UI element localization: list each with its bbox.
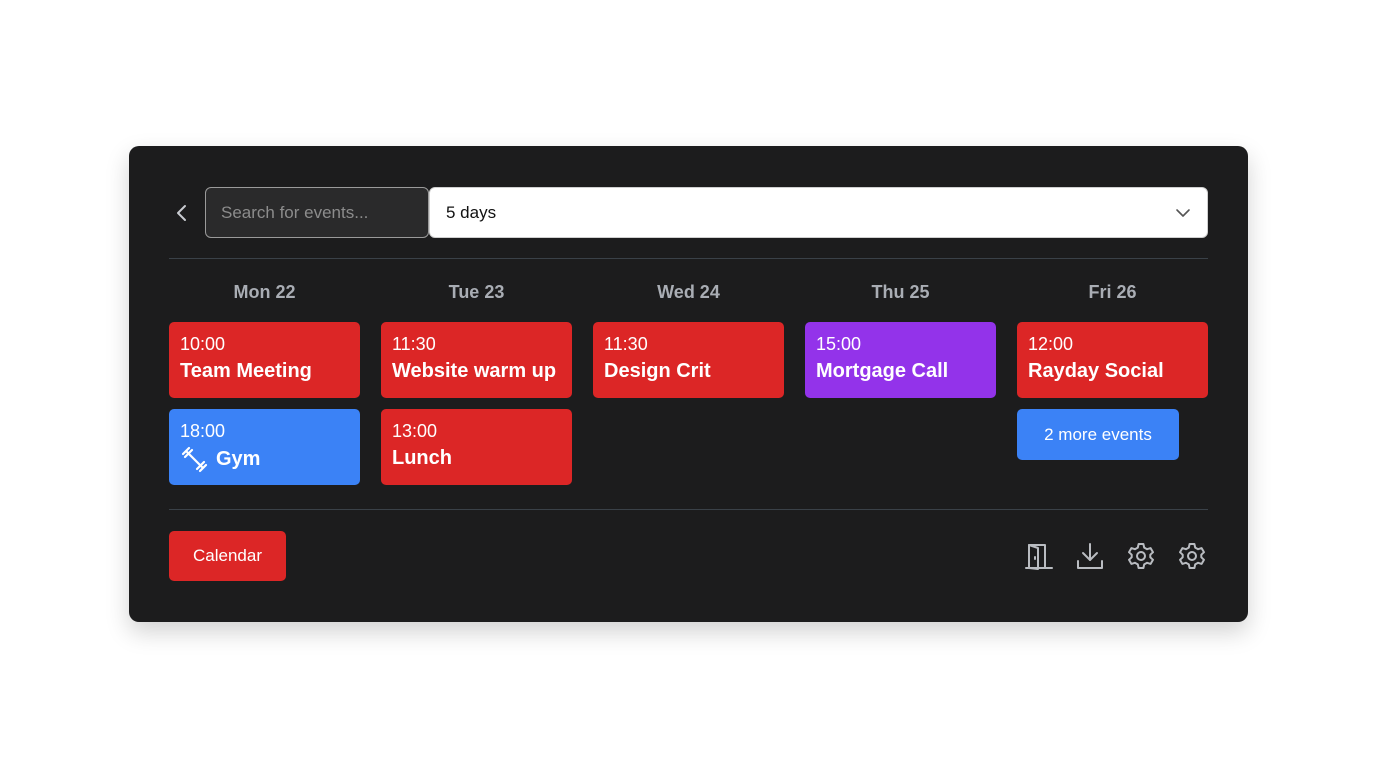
day-header: Wed 24: [657, 282, 720, 302]
event-time: 11:30: [604, 334, 648, 354]
day-header: Tue 23: [448, 282, 505, 302]
event-time: 15:00: [816, 334, 862, 354]
gear-icon: [1128, 543, 1154, 569]
download-button[interactable]: [1074, 540, 1106, 572]
chevron-left-icon: [177, 205, 186, 221]
event-title: Lunch: [392, 447, 452, 469]
settings-button-secondary[interactable]: [1176, 540, 1208, 572]
download-icon: [1077, 543, 1103, 569]
event-time: 11:30: [392, 334, 436, 354]
back-button[interactable]: [171, 198, 193, 228]
day-column-wed: Wed 24 11:30 Design Crit: [593, 278, 784, 485]
event-title: Website warm up: [392, 360, 557, 382]
event-card[interactable]: 11:30 Design Crit: [593, 322, 784, 398]
event-time: 10:00: [180, 334, 226, 354]
event-card[interactable]: 15:00 Mortgage Call: [805, 322, 996, 398]
chevron-down-icon: [1176, 208, 1190, 217]
calendar-widget: 5 days Mon 22 10:00 Team Meeting 18:00: [129, 146, 1248, 622]
event-time: 18:00: [180, 421, 226, 441]
event-card[interactable]: 11:30 Website warm up: [381, 322, 572, 398]
day-column-tue: Tue 23 11:30 Website warm up 13:00 Lunch: [381, 278, 572, 485]
top-divider: [169, 258, 1208, 259]
day-column-thu: Thu 25 15:00 Mortgage Call: [805, 278, 996, 485]
event-card[interactable]: 12:00 Rayday Social: [1017, 322, 1208, 398]
event-card[interactable]: 13:00 Lunch: [381, 409, 572, 485]
range-select[interactable]: 5 days: [429, 187, 1208, 238]
event-title: Design Crit: [604, 360, 711, 382]
day-header: Fri 26: [1088, 282, 1137, 302]
door-icon: [1025, 544, 1053, 570]
event-title: Mortgage Call: [816, 360, 949, 382]
calendar-button[interactable]: Calendar: [169, 531, 286, 581]
day-header: Mon 22: [233, 282, 296, 302]
day-column-mon: Mon 22 10:00 Team Meeting 18:00 Gym: [169, 278, 360, 485]
event-card[interactable]: 10:00 Team Meeting: [169, 322, 360, 398]
event-title: Gym: [216, 448, 261, 470]
dumbbell-icon: [181, 446, 208, 473]
event-time: 13:00: [392, 421, 438, 441]
settings-button[interactable]: [1125, 540, 1157, 572]
footer-actions: [1023, 540, 1208, 572]
day-column-fri: Fri 26 12:00 Rayday Social 2 more events: [1017, 278, 1208, 485]
range-select-value: 5 days: [446, 202, 497, 222]
search-input[interactable]: [205, 187, 429, 238]
event-card[interactable]: 18:00 Gym: [169, 409, 360, 485]
days-grid: Mon 22 10:00 Team Meeting 18:00 Gym Tue …: [169, 278, 1208, 485]
event-title: Rayday Social: [1028, 360, 1164, 382]
event-time: 12:00: [1028, 334, 1074, 354]
more-events-button[interactable]: 2 more events: [1017, 409, 1179, 460]
event-title: Team Meeting: [180, 360, 312, 382]
gear-icon: [1179, 543, 1205, 569]
bottom-divider: [169, 509, 1208, 510]
day-header: Thu 25: [871, 282, 930, 302]
door-button[interactable]: [1023, 540, 1055, 572]
